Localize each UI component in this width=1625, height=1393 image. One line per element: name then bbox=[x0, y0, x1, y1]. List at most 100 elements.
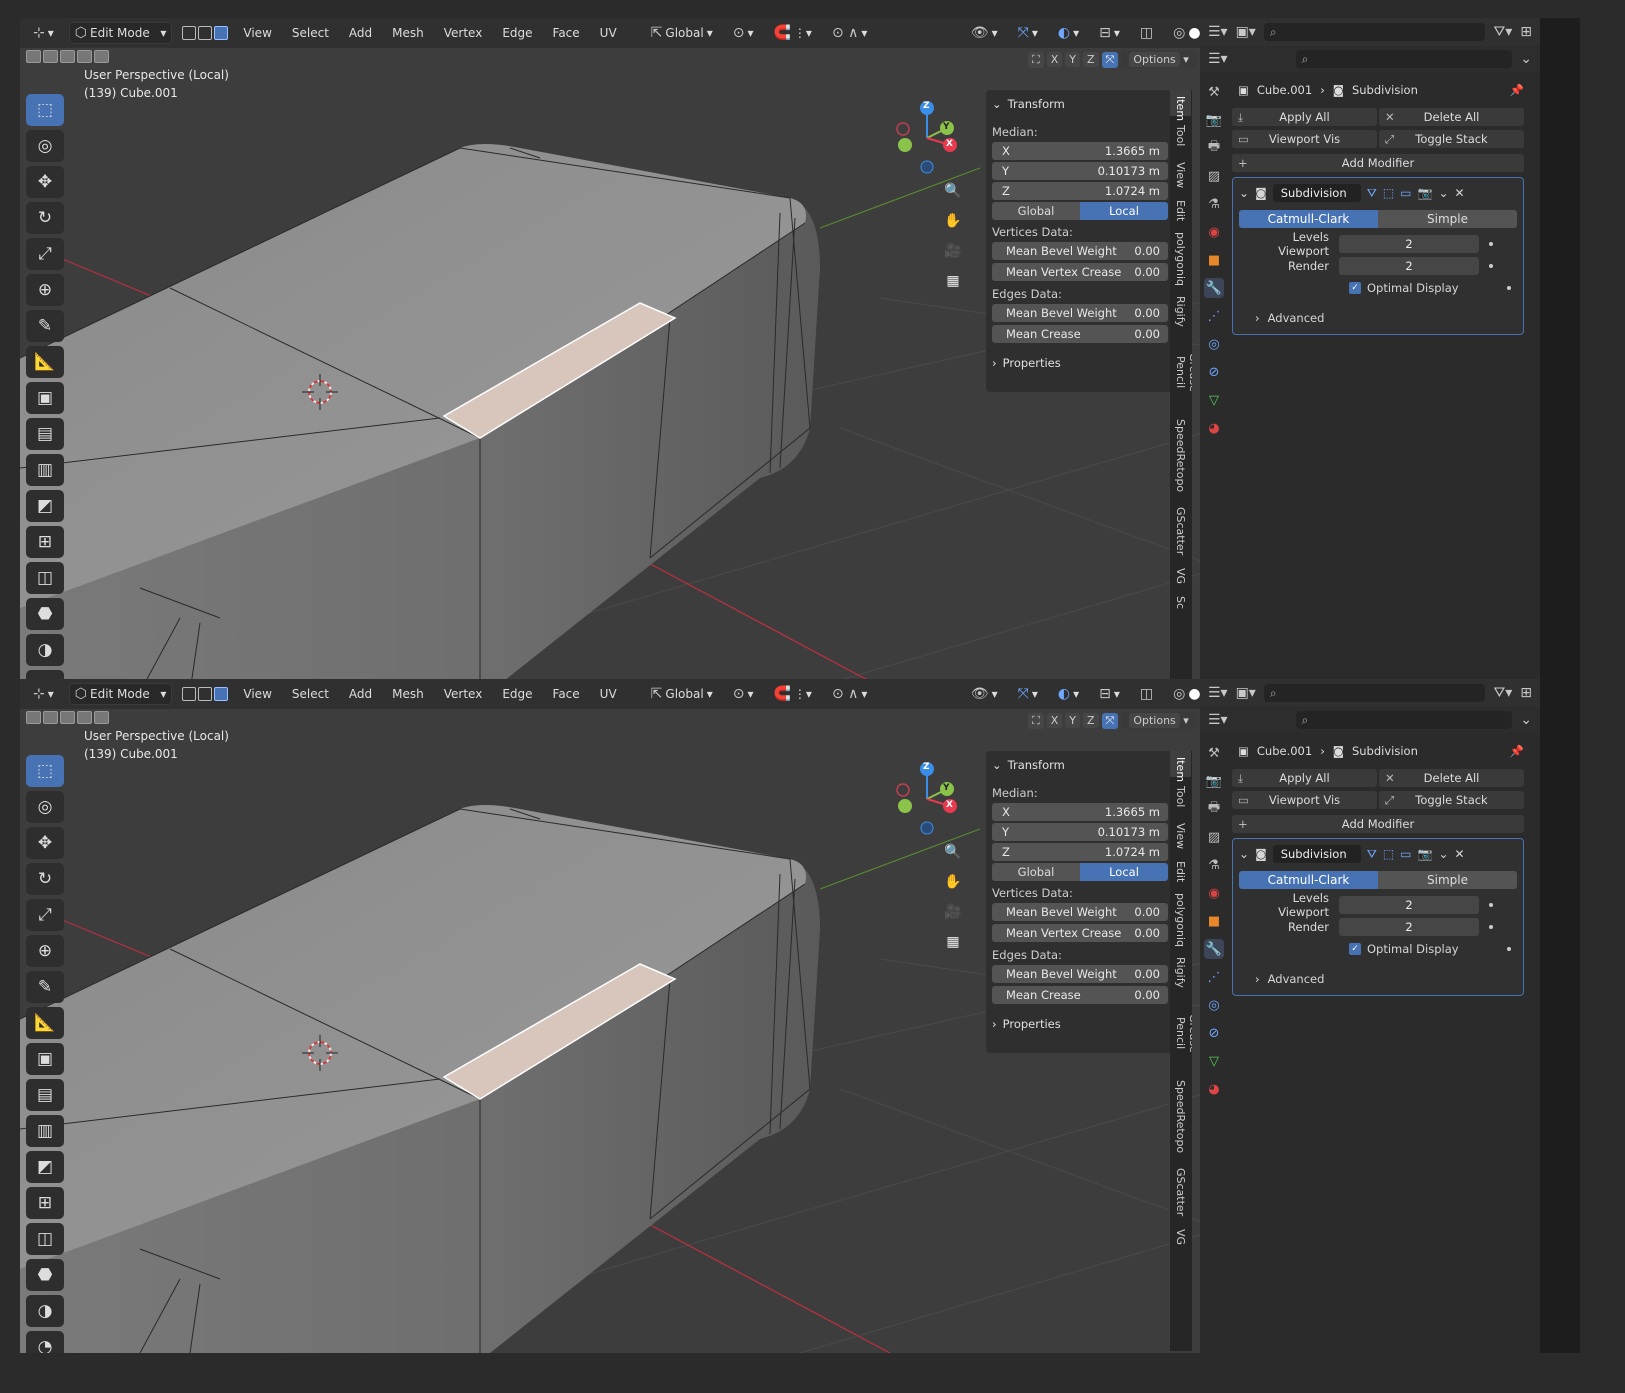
menu-view[interactable]: View bbox=[238, 685, 276, 703]
zoom-button[interactable]: 🔍 bbox=[940, 178, 966, 204]
apply-all-button[interactable]: ⤓ Apply All bbox=[1232, 108, 1377, 126]
pin-icon[interactable]: 📌 bbox=[1510, 83, 1524, 97]
mean-bevel-weight-edge-field[interactable]: Mean Bevel Weight 0.00 bbox=[992, 304, 1168, 322]
transform-header[interactable]: ⌄ Transform bbox=[992, 755, 1168, 775]
visibility-dropdown[interactable]: 👁 ▾ bbox=[966, 684, 1003, 704]
xray-toggle[interactable]: ◫ bbox=[1135, 23, 1158, 43]
zoom-button[interactable]: 🔍 bbox=[940, 839, 966, 865]
material-tab-icon[interactable]: ◕ bbox=[1204, 1079, 1224, 1099]
tool-rotate-icon[interactable]: ↻ bbox=[26, 863, 64, 895]
world-tab-icon[interactable]: ◉ bbox=[1204, 883, 1224, 903]
tool-inset-icon[interactable]: ▥ bbox=[26, 1115, 64, 1147]
tool-inset-icon[interactable]: ▥ bbox=[26, 454, 64, 486]
optimal-display-checkbox[interactable]: ✓ Optimal Display bbox=[1239, 278, 1517, 298]
outliner-search[interactable]: ⌕ bbox=[1263, 23, 1486, 41]
select-invert-icon[interactable] bbox=[77, 711, 92, 724]
mean-bevel-weight-vertex-field[interactable]: Mean Bevel Weight 0.00 bbox=[992, 242, 1168, 260]
orientation-dropdown[interactable]: ⇱ Global ▾ bbox=[646, 23, 718, 43]
3d-viewport[interactable]: Z Y X ⛶ X Y Z ⤧ Options ▾ User Perspecti… bbox=[20, 48, 1220, 692]
select-extend-icon[interactable] bbox=[43, 50, 58, 63]
remove-modifier-icon[interactable]: ✕ bbox=[1455, 847, 1465, 861]
properties-search[interactable]: ⌕ bbox=[1295, 711, 1513, 729]
dropdown-icon[interactable]: ⌄ bbox=[1438, 847, 1448, 861]
mean-bevel-weight-edge-field[interactable]: Mean Bevel Weight 0.00 bbox=[992, 965, 1168, 983]
menu-mesh[interactable]: Mesh bbox=[387, 685, 429, 703]
pan-button[interactable]: ✋ bbox=[940, 869, 966, 895]
catmull-clark-button[interactable]: Catmull-Clark bbox=[1239, 210, 1378, 228]
viewport-vis-button[interactable]: ▭ Viewport Vis bbox=[1232, 791, 1377, 809]
ntab-item[interactable]: Item bbox=[1170, 90, 1191, 121]
auto-merge-icon[interactable]: ⤧ bbox=[1101, 51, 1119, 68]
axis-x-toggle[interactable]: X bbox=[1046, 52, 1063, 67]
mean-crease-field[interactable]: Mean Crease 0.00 bbox=[992, 986, 1168, 1004]
mean-vertex-crease-field[interactable]: Mean Vertex Crease 0.00 bbox=[992, 263, 1168, 281]
visibility-dropdown[interactable]: 👁 ▾ bbox=[966, 23, 1003, 43]
material-tab-icon[interactable]: ◕ bbox=[1204, 418, 1224, 438]
advanced-subpanel[interactable]: › Advanced bbox=[1239, 969, 1517, 989]
properties-type-icon[interactable]: ☰▾ bbox=[1208, 51, 1228, 67]
toggle-stack-button[interactable]: ⤢ Toggle Stack bbox=[1379, 791, 1524, 809]
levels-viewport-field[interactable]: 2 bbox=[1339, 896, 1479, 914]
render-levels-field[interactable]: 2 bbox=[1339, 918, 1479, 936]
tool-move-icon[interactable]: ✥ bbox=[26, 166, 64, 198]
face-select-icon[interactable] bbox=[214, 687, 229, 701]
orientation-dropdown[interactable]: ⇱ Global ▾ bbox=[646, 684, 718, 704]
ntab-grease-pencil[interactable]: Grease Pencil bbox=[1170, 993, 1192, 1073]
menu-edge[interactable]: Edge bbox=[497, 685, 537, 703]
local-button[interactable]: Local bbox=[1080, 863, 1168, 881]
chevron-down-icon[interactable]: ⌄ bbox=[1520, 712, 1532, 728]
median-z-field[interactable]: Z 1.0724 m bbox=[992, 843, 1168, 861]
add-modifier-button[interactable]: + Add Modifier bbox=[1232, 154, 1524, 172]
snap-toggle[interactable]: 🧲 ⋮▾ bbox=[768, 23, 816, 43]
navigation-gizmo[interactable] bbox=[896, 101, 957, 174]
mean-bevel-weight-vertex-field[interactable]: Mean Bevel Weight 0.00 bbox=[992, 903, 1168, 921]
vertex-select-icon[interactable] bbox=[182, 687, 197, 701]
object-tab-icon[interactable]: ■ bbox=[1204, 250, 1224, 270]
menu-face[interactable]: Face bbox=[548, 685, 585, 703]
advanced-subpanel[interactable]: › Advanced bbox=[1239, 308, 1517, 328]
tool-add-cube-icon[interactable]: ▣ bbox=[26, 382, 64, 414]
tool-tab-icon[interactable]: ⚒ bbox=[1204, 82, 1224, 102]
edit-mode-toggle-icon[interactable]: ⬚ bbox=[1383, 847, 1394, 861]
output-tab-icon[interactable]: 🖶 bbox=[1204, 799, 1224, 819]
select-invert-icon[interactable] bbox=[77, 50, 92, 63]
data-tab-icon[interactable]: ▽ bbox=[1204, 1051, 1224, 1071]
tool-cursor-icon[interactable]: ◎ bbox=[26, 130, 64, 162]
simple-button[interactable]: Simple bbox=[1378, 210, 1517, 228]
tool-measure-icon[interactable]: 📐 bbox=[26, 346, 64, 378]
mesh-edit-overlay[interactable]: ⊟ ▾ bbox=[1094, 23, 1125, 43]
select-new-icon[interactable] bbox=[26, 711, 41, 724]
options-dropdown[interactable]: Options ▾ bbox=[1121, 712, 1197, 729]
menu-edge[interactable]: Edge bbox=[497, 24, 537, 42]
world-tab-icon[interactable]: ◉ bbox=[1204, 222, 1224, 242]
median-y-field[interactable]: Y 0.10173 m bbox=[992, 162, 1168, 180]
physics-tab-icon[interactable]: ◎ bbox=[1204, 995, 1224, 1015]
global-button[interactable]: Global bbox=[992, 863, 1080, 881]
median-z-field[interactable]: Z 1.0724 m bbox=[992, 182, 1168, 200]
tool-spin-icon[interactable]: ◑ bbox=[26, 1295, 64, 1327]
menu-vertex[interactable]: Vertex bbox=[439, 24, 488, 42]
mirror-icon[interactable]: ⛶ bbox=[1028, 51, 1044, 68]
modifier-name-field[interactable]: Subdivision bbox=[1272, 845, 1361, 863]
editor-type-icon[interactable]: ☰▾ bbox=[1208, 685, 1228, 701]
edge-select-icon[interactable] bbox=[198, 26, 213, 40]
tool-smooth-icon[interactable]: ◔ bbox=[26, 1331, 64, 1353]
keyframe-dot[interactable] bbox=[1489, 264, 1493, 268]
tool-cursor-icon[interactable]: ◎ bbox=[26, 791, 64, 823]
properties-search[interactable]: ⌕ bbox=[1295, 50, 1513, 68]
ortho-button[interactable]: ▦ bbox=[940, 929, 966, 955]
render-tab-icon[interactable]: 📷 bbox=[1204, 110, 1224, 130]
chevron-down-icon[interactable]: ⌄ bbox=[1520, 51, 1532, 67]
axis-z-toggle[interactable]: Z bbox=[1082, 713, 1099, 728]
tool-transform-icon[interactable]: ⊕ bbox=[26, 274, 64, 306]
ntab-view[interactable]: View bbox=[1170, 817, 1191, 855]
viewport-toggle-icon[interactable]: ▭ bbox=[1400, 186, 1411, 200]
camera-button[interactable]: 🎥 bbox=[940, 238, 966, 264]
tool-extrude-icon[interactable]: ▤ bbox=[26, 1079, 64, 1111]
ntab-vg[interactable]: VG bbox=[1170, 1223, 1191, 1251]
levels-viewport-field[interactable]: 2 bbox=[1339, 235, 1479, 253]
tool-rotate-icon[interactable]: ↻ bbox=[26, 202, 64, 234]
ntab-polygoniq[interactable]: polygoniq bbox=[1170, 226, 1191, 290]
pivot-dropdown[interactable]: ⊙ ▾ bbox=[728, 684, 759, 704]
ntab-tool[interactable]: Tool bbox=[1170, 116, 1191, 156]
